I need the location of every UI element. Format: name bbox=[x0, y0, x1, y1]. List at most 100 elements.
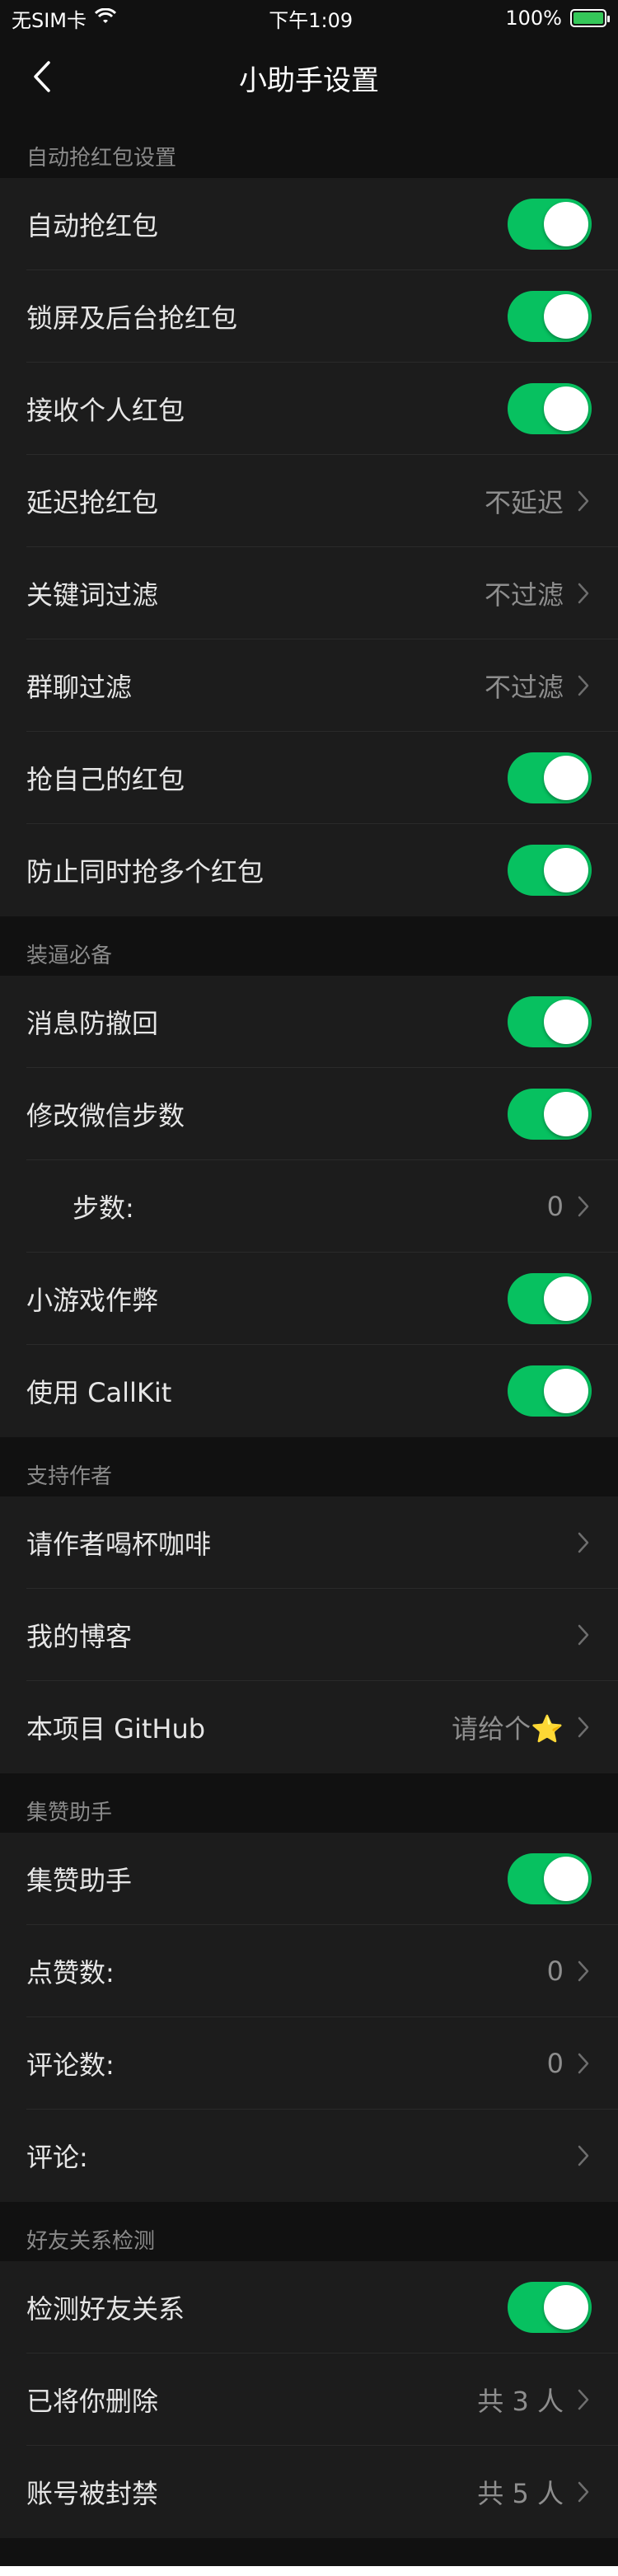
link-row[interactable]: 点赞数: 0 bbox=[0, 1925, 618, 2017]
row-label: 评论数: bbox=[26, 2049, 115, 2081]
toggle-switch[interactable] bbox=[508, 2282, 592, 2333]
toggle-row: 使用 CallKit bbox=[0, 1345, 618, 1437]
toggle-knob bbox=[544, 202, 588, 246]
row-value: 不过滤 bbox=[484, 579, 564, 611]
section-header: 支持作者 bbox=[26, 1464, 113, 1489]
row-label: 群聊过滤 bbox=[26, 672, 133, 703]
row-label: 我的博客 bbox=[26, 1621, 133, 1652]
link-row[interactable]: 评论: bbox=[0, 2110, 618, 2202]
row-value: 共 3 人 bbox=[477, 2386, 564, 2417]
link-row[interactable]: 延迟抢红包 不延迟 bbox=[0, 455, 618, 547]
carrier-text: 无SIM卡 bbox=[12, 8, 87, 32]
toggle-row: 接收个人红包 bbox=[0, 363, 618, 455]
toggle-switch[interactable] bbox=[508, 383, 592, 434]
toggle-row: 锁屏及后台抢红包 bbox=[0, 270, 618, 363]
toggle-switch[interactable] bbox=[508, 996, 592, 1047]
link-row[interactable]: 已将你删除 共 3 人 bbox=[0, 2354, 618, 2446]
link-row[interactable]: 步数: 0 bbox=[0, 1160, 618, 1253]
row-label: 防止同时抢多个红包 bbox=[26, 856, 265, 888]
back-button[interactable] bbox=[21, 56, 63, 97]
chevron-right-icon bbox=[575, 2387, 592, 2412]
chevron-right-icon bbox=[575, 673, 592, 698]
toggle-knob bbox=[544, 2285, 588, 2330]
toggle-knob bbox=[544, 1369, 588, 1413]
toggle-switch[interactable] bbox=[508, 1853, 592, 1904]
chevron-left-icon bbox=[34, 61, 50, 92]
link-row[interactable]: 请作者喝杯咖啡 bbox=[0, 1496, 618, 1589]
row-label: 小游戏作弊 bbox=[26, 1285, 159, 1316]
chevron-right-icon bbox=[575, 1530, 592, 1555]
chevron-right-icon bbox=[575, 581, 592, 606]
toggle-knob bbox=[544, 1276, 588, 1321]
row-label: 接收个人红包 bbox=[26, 395, 185, 426]
link-row[interactable]: 本项目 GitHub 请给个⭐️ bbox=[0, 1681, 618, 1773]
section-header: 自动抢红包设置 bbox=[26, 146, 177, 171]
toggle-row: 消息防撤回 bbox=[0, 976, 618, 1068]
row-label: 消息防撤回 bbox=[26, 1008, 159, 1039]
toggle-switch[interactable] bbox=[508, 845, 592, 896]
toggle-knob bbox=[544, 756, 588, 800]
row-value: 不过滤 bbox=[484, 672, 564, 703]
row-label: 本项目 GitHub bbox=[26, 1713, 206, 1745]
link-row[interactable]: 群聊过滤 不过滤 bbox=[0, 639, 618, 732]
row-label: 集赞助手 bbox=[26, 1865, 133, 1896]
row-label: 修改微信步数 bbox=[26, 1100, 185, 1131]
chevron-right-icon bbox=[575, 1715, 592, 1740]
toggle-switch[interactable] bbox=[508, 1089, 592, 1140]
link-row[interactable]: 评论数: 0 bbox=[0, 2017, 618, 2110]
chevron-right-icon bbox=[575, 1623, 592, 1647]
toggle-switch[interactable] bbox=[508, 291, 592, 342]
row-value: 0 bbox=[546, 1191, 564, 1222]
row-label: 使用 CallKit bbox=[26, 1377, 172, 1408]
link-row[interactable]: 账号被封禁 共 5 人 bbox=[0, 2446, 618, 2538]
status-bar: 无SIM卡 下午1:09 100% bbox=[0, 0, 618, 36]
toggle-knob bbox=[544, 386, 588, 431]
battery-icon bbox=[570, 9, 610, 27]
toggle-row: 小游戏作弊 bbox=[0, 1253, 618, 1345]
row-label: 点赞数: bbox=[26, 1957, 115, 1988]
section-header: 装逼必备 bbox=[26, 944, 113, 968]
row-value: 不延迟 bbox=[484, 487, 564, 518]
row-label: 延迟抢红包 bbox=[26, 487, 159, 518]
row-value: 共 5 人 bbox=[477, 2478, 564, 2509]
toggle-row: 自动抢红包 bbox=[0, 178, 618, 270]
chevron-right-icon bbox=[575, 2051, 592, 2076]
toggle-knob bbox=[544, 1092, 588, 1136]
row-label: 锁屏及后台抢红包 bbox=[26, 302, 238, 334]
row-label: 已将你删除 bbox=[26, 2386, 159, 2417]
row-label: 检测好友关系 bbox=[26, 2293, 185, 2325]
row-label: 自动抢红包 bbox=[26, 210, 159, 241]
link-row[interactable]: 我的博客 bbox=[0, 1589, 618, 1681]
toggle-switch[interactable] bbox=[508, 199, 592, 250]
row-label: 请作者喝杯咖啡 bbox=[26, 1529, 212, 1560]
row-value: 请给个⭐️ bbox=[452, 1713, 564, 1745]
row-label: 步数: bbox=[73, 1192, 134, 1224]
row-label: 关键词过滤 bbox=[26, 579, 159, 611]
row-value: 0 bbox=[546, 2048, 564, 2079]
toggle-switch[interactable] bbox=[508, 1273, 592, 1324]
row-value: 0 bbox=[546, 1955, 564, 1987]
toggle-row: 集赞助手 bbox=[0, 1833, 618, 1925]
status-right: 100% bbox=[505, 7, 610, 30]
toggle-switch[interactable] bbox=[508, 1365, 592, 1417]
clock-text: 下午1:09 bbox=[269, 8, 353, 32]
chevron-right-icon bbox=[575, 2143, 592, 2168]
toggle-switch[interactable] bbox=[508, 752, 592, 803]
chevron-right-icon bbox=[575, 1194, 592, 1219]
toggle-knob bbox=[544, 294, 588, 339]
home-indicator-area bbox=[0, 2566, 618, 2576]
chevron-right-icon bbox=[575, 1959, 592, 1984]
toggle-knob bbox=[544, 848, 588, 892]
section-header: 好友关系检测 bbox=[26, 2229, 156, 2254]
page-title: 小助手设置 bbox=[239, 63, 379, 97]
status-left: 无SIM卡 bbox=[12, 4, 117, 33]
row-label: 抢自己的红包 bbox=[26, 764, 185, 795]
toggle-knob bbox=[544, 1857, 588, 1901]
toggle-row: 检测好友关系 bbox=[0, 2261, 618, 2354]
toggle-row: 防止同时抢多个红包 bbox=[0, 824, 618, 916]
nav-bar: 小助手设置 bbox=[0, 36, 618, 119]
chevron-right-icon bbox=[575, 489, 592, 513]
battery-percent: 100% bbox=[505, 7, 562, 30]
link-row[interactable]: 关键词过滤 不过滤 bbox=[0, 547, 618, 639]
toggle-row: 修改微信步数 bbox=[0, 1068, 618, 1160]
